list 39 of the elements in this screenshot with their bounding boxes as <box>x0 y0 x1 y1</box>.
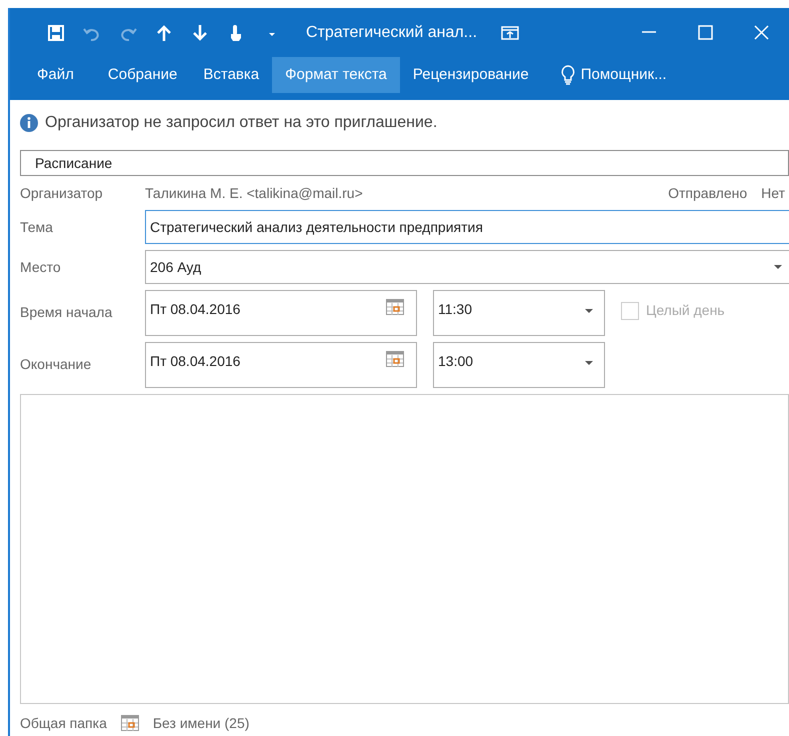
down-arrow-icon[interactable] <box>191 24 209 42</box>
ribbon-tab[interactable]: Вставка <box>190 57 272 93</box>
field-label: Окончание <box>20 355 92 374</box>
time-field[interactable]: 13:00 <box>433 342 605 388</box>
up-arrow-icon[interactable] <box>155 24 173 42</box>
field-label: Время начала <box>20 303 114 322</box>
save-icon[interactable] <box>47 24 65 42</box>
calendar-icon[interactable] <box>386 299 404 315</box>
time-field[interactable]: 11:30 <box>433 290 605 336</box>
tell-me-button[interactable]: Помощник... <box>548 57 680 93</box>
dropdown-caret-icon[interactable] <box>584 360 594 366</box>
scheduling-button[interactable]: Расписание <box>20 150 789 176</box>
date-field[interactable]: Пт 08.04.2016 <box>145 290 417 336</box>
dropdown-caret-icon[interactable] <box>773 264 783 270</box>
ribbon-display-icon[interactable] <box>501 26 520 40</box>
field-label: Организатор <box>20 184 104 203</box>
date-field[interactable]: Пт 08.04.2016 <box>145 342 417 388</box>
field-label: Тема <box>20 218 54 236</box>
maximize-icon[interactable] <box>696 24 714 41</box>
folder-label: Общая папка <box>20 714 107 733</box>
checkbox-label: Целый день <box>646 301 725 320</box>
lightbulb-icon <box>560 65 575 85</box>
calendar-icon <box>120 715 139 731</box>
info-message: Организатор не запросил ответ на это приглашение. <box>45 113 438 133</box>
window-title: Стратегический анал... <box>306 22 478 42</box>
info-icon <box>20 114 38 132</box>
location-field[interactable]: 206 Ауд <box>145 250 789 284</box>
subject-field[interactable]: Стратегический анализ деятельности предприятия <box>145 210 789 244</box>
sent-value: Нет <box>761 184 785 202</box>
close-icon[interactable] <box>752 24 770 41</box>
calendar-icon[interactable] <box>386 351 404 367</box>
ribbon-tab[interactable]: Собрание <box>94 57 190 93</box>
calendar-name: Без имени (25) <box>152 714 250 733</box>
organizer-value: Таликина М. Е. <talikina@mail.ru> <box>145 184 363 202</box>
field-label: Место <box>20 258 62 276</box>
sent-label: Отправлено <box>668 184 748 203</box>
dropdown-caret-icon[interactable] <box>584 308 594 314</box>
ribbon-tab[interactable]: Рецензирование <box>400 57 542 93</box>
file-tab[interactable]: Файл <box>24 57 87 93</box>
